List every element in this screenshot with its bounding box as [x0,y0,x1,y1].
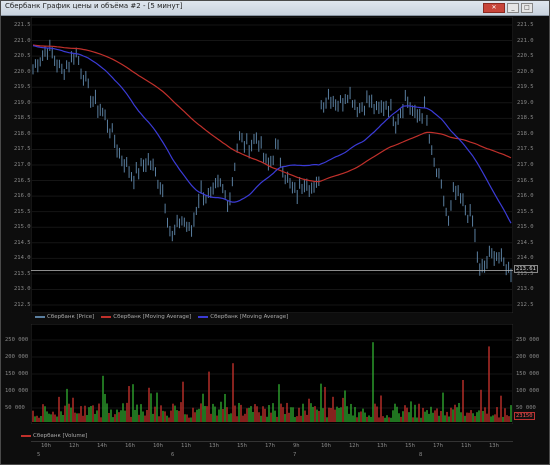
price-tick-left: 214.0 [14,255,31,262]
volume-tick-right: 50 000 [516,405,536,411]
price-tick-right: 217.0 [517,162,534,168]
volume-tick-right: 100 000 [516,388,540,394]
price-tick-left: 219.0 [14,99,31,106]
price-tick-right: 214.5 [517,239,534,246]
date-tick: 8 [419,452,423,458]
maximize-button[interactable]: □ [521,3,533,13]
date-tick: 5 [37,452,41,458]
price-tick-right: 212.5 [517,302,534,308]
legend-price: Сбербанк [Price] [35,314,94,320]
price-tick-right: 221.0 [517,37,534,44]
time-tick: 13h [377,443,387,449]
price-tick-left: 218.0 [14,130,31,137]
volume-tick-right: 150 000 [516,371,540,377]
time-tick: 12h [69,443,79,449]
time-tick: 14h [97,443,107,449]
close-button[interactable]: ✕ [483,3,505,13]
price-tick-left: 217.0 [14,162,31,168]
price-tick-left: 220.5 [14,53,31,60]
legend-ma-red: Сбербанк [Moving Average] [101,314,191,320]
time-tick: 17h [265,443,275,449]
time-tick: 10h [321,443,331,449]
price-tick-right: 220.0 [517,68,534,75]
price-tick-left: 216.5 [14,177,31,184]
date-tick: 6 [171,452,175,458]
time-tick: 9h [293,443,300,449]
time-tick: 10h [41,443,51,449]
price-tick-left: 214.5 [14,239,31,246]
price-tick-left: 221.0 [14,37,31,44]
volume-tick-left: 200 000 [5,354,29,360]
price-tick-left: 221.5 [14,22,31,28]
volume-tick-right: 200 000 [516,354,540,360]
price-legend: Сбербанк [Price] Сбербанк [Moving Averag… [35,314,288,320]
time-tick: 13h [209,443,219,449]
minimize-button[interactable]: _ [507,3,519,13]
price-tick-right: 218.5 [517,115,534,122]
title-bar[interactable]: Сбербанк График цены и объёма #2 - [5 ми… [1,1,549,16]
price-tick-right: 217.5 [517,146,534,153]
time-tick: 15h [237,443,247,449]
price-tick-right: 216.5 [517,177,534,184]
date-tick: 7 [293,452,297,458]
price-tick-right: 215.0 [517,224,534,231]
price-tick-left: 215.0 [14,224,31,231]
time-tick: 15h [405,443,415,449]
price-tick-right: 213.5 [517,270,534,277]
time-tick: 13h [489,443,499,449]
price-tick-left: 218.5 [14,115,31,122]
volume-legend: Сбербанк [Volume] [21,433,87,439]
volume-chart[interactable] [31,324,513,424]
price-tick-left: 217.5 [14,146,31,153]
time-tick: 17h [433,443,443,449]
time-tick: 12h [349,443,359,449]
price-tick-left: 219.5 [14,84,31,91]
price-tick-right: 220.5 [517,53,534,60]
time-tick: 11h [181,443,191,449]
price-tick-right: 213.0 [517,286,534,293]
price-tick-right: 218.0 [517,130,534,137]
price-tick-right: 214.0 [517,255,534,262]
price-tick-left: 212.5 [14,302,31,308]
time-axis: 10h 12h 14h 16h 10h 11h 13h 15h 17h 9h 10h 12h 13h 15… [31,441,513,462]
price-tick-right: 219.0 [517,99,534,106]
price-tick-left: 213.0 [14,286,31,293]
price-tick-right: 219.5 [517,84,534,91]
volume-tick-left: 250 000 [5,337,29,343]
time-tick: 10h [153,443,163,449]
volume-tick-left: 150 000 [5,371,29,377]
volume-tick-left: 100 000 [5,388,29,394]
price-tick-left: 216.0 [14,193,31,200]
volume-tick-right: 250 000 [516,337,540,343]
price-chart[interactable] [31,17,513,313]
time-tick: 16h [125,443,135,449]
time-tick: 11h [461,443,471,449]
last-volume-tag: 23150 [514,412,535,420]
price-tick-right: 221.5 [517,22,534,28]
price-tick-left: 215.5 [14,208,31,215]
volume-tick-left: 50 000 [5,405,25,411]
legend-ma-blue: Сбербанк [Moving Average] [198,314,288,320]
price-tick-right: 216.0 [517,193,534,200]
price-tick-right: 215.5 [517,208,534,215]
price-tick-left: 213.5 [14,270,31,277]
chart-window: Сбербанк График цены и объёма #2 - [5 ми… [0,0,550,465]
window-title: Сбербанк График цены и объёма #2 - [5 ми… [5,2,183,10]
price-tick-left: 220.0 [14,68,31,75]
